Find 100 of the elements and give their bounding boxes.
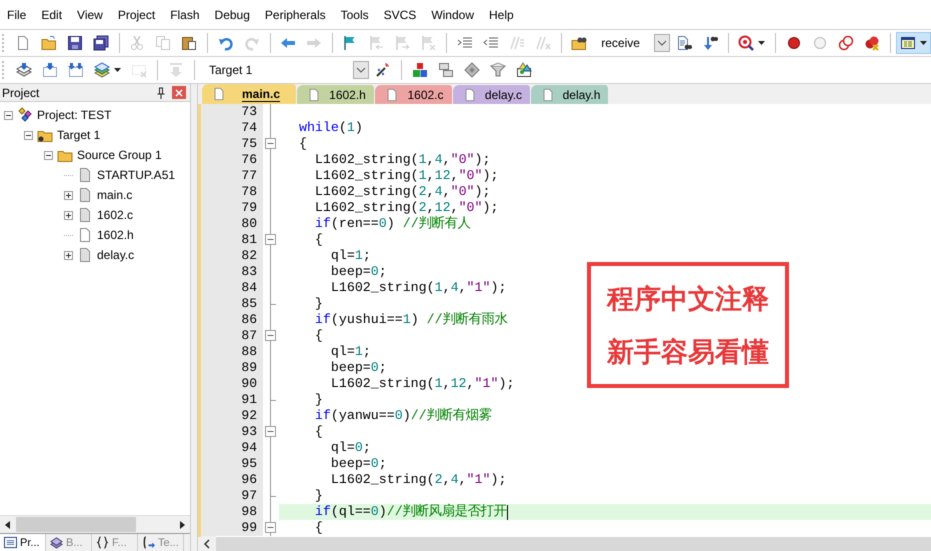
- flag-left-arrow-icon: [368, 35, 384, 51]
- code-line: L1602_string(2,4,"0");: [314, 184, 491, 200]
- line-number: 79: [201, 200, 263, 216]
- download-icon: [168, 62, 184, 78]
- menu-item[interactable]: Flash: [163, 8, 208, 22]
- code-line: L1602_string(1,12,"1");: [330, 376, 514, 392]
- code-line: L1602_string(2,4,"1");: [330, 472, 506, 488]
- floppy-disks-icon: [92, 35, 109, 51]
- arrow-binoculars-icon: [702, 35, 718, 51]
- line-number: 86: [201, 312, 263, 328]
- line-number: 81: [201, 232, 263, 248]
- line-number: 99: [201, 520, 263, 536]
- tree-item[interactable]: main.c: [97, 188, 132, 202]
- menu-item[interactable]: Window: [424, 8, 482, 22]
- menu-item[interactable]: Debug: [208, 8, 258, 22]
- annotation-text: 新手容易看懂: [607, 336, 769, 370]
- fold-toggle[interactable]: [265, 426, 276, 437]
- envelope-icon: [516, 62, 532, 78]
- tree-item[interactable]: 1602.c: [97, 208, 134, 222]
- document-icon: [307, 88, 321, 102]
- expand-toggle[interactable]: [64, 210, 73, 220]
- code-line: L1602_string(1,12,"0");: [314, 168, 498, 184]
- flag-right-arrow-icon: [394, 35, 410, 51]
- file-tab[interactable]: 1602.c: [375, 85, 452, 104]
- funnel-icon: [490, 62, 506, 78]
- folder-icon: [40, 35, 57, 51]
- file-tab[interactable]: 1602.h: [297, 85, 374, 104]
- caret-icon: [758, 41, 766, 45]
- double-circle-icon: [838, 35, 854, 51]
- menu-item[interactable]: Edit: [34, 8, 70, 22]
- breakpoint-cross-icon: [864, 35, 880, 51]
- fold-toggle[interactable]: [265, 330, 276, 341]
- file-tab[interactable]: delay.c: [453, 85, 530, 104]
- menu-item[interactable]: File: [0, 8, 34, 22]
- toolbar-button[interactable]: [896, 32, 931, 54]
- code-line: ql=1;: [330, 248, 371, 264]
- code-line: L1602_string(2,12,"0");: [314, 200, 498, 216]
- blocks-icon: [412, 62, 428, 78]
- folder-binoculars-icon: [571, 35, 588, 51]
- close-button[interactable]: [172, 86, 186, 99]
- menu-item[interactable]: Project: [110, 8, 164, 22]
- fold-toggle[interactable]: [265, 522, 276, 533]
- chevron-down-icon: [353, 61, 369, 79]
- code-line: }: [314, 296, 323, 312]
- menu-item[interactable]: Help: [482, 8, 522, 22]
- tree-item[interactable]: delay.c: [97, 248, 134, 262]
- circle-outline-icon: [812, 35, 828, 51]
- pin-icon[interactable]: [156, 86, 166, 98]
- line-number: 95: [201, 456, 263, 472]
- collapse-toggle[interactable]: [24, 130, 33, 140]
- code-line: {: [314, 328, 323, 344]
- code-line: {: [298, 136, 307, 152]
- menu-item[interactable]: Tools: [334, 8, 377, 22]
- caret-icon: [920, 41, 928, 45]
- project-window-icon: [4, 536, 17, 549]
- close-icon: [175, 88, 183, 96]
- document-icon: [77, 207, 93, 223]
- braces-icon: [96, 536, 109, 549]
- comment-icon: [508, 35, 525, 51]
- target-select[interactable]: Target 1: [205, 60, 369, 80]
- collapse-toggle[interactable]: [4, 110, 13, 120]
- tree-item[interactable]: Source Group 1: [77, 148, 162, 162]
- find-combo-box[interactable]: receive: [597, 33, 670, 53]
- line-number: 91: [201, 392, 263, 408]
- left-arrow-icon: [280, 35, 296, 51]
- collapse-toggle[interactable]: [44, 150, 53, 160]
- code-line: if(ql==0)//判断风扇是否打开: [314, 504, 507, 520]
- fold-toggle[interactable]: [265, 234, 276, 245]
- scroll-left-icon[interactable]: [198, 536, 216, 551]
- line-number: 82: [201, 248, 263, 264]
- menu-item[interactable]: SVCS: [376, 8, 424, 22]
- line-number: 77: [201, 168, 263, 184]
- scrollbar-thumb[interactable]: [16, 517, 136, 532]
- panel-tab[interactable]: Pr...: [0, 534, 46, 551]
- tree-item[interactable]: Project: TEST: [37, 108, 112, 122]
- expand-toggle[interactable]: [64, 250, 73, 260]
- layers-icon: [94, 62, 110, 78]
- undo-icon: [218, 35, 234, 51]
- code-line: L1602_string(1,4,"1");: [330, 280, 506, 296]
- tree-item[interactable]: 1602.h: [97, 228, 134, 242]
- project-icon: [17, 107, 33, 123]
- books-icon: [50, 536, 63, 549]
- code-line: while(1): [298, 120, 363, 136]
- expand-toggle[interactable]: [64, 190, 73, 200]
- file-tab[interactable]: main.c: [202, 84, 296, 104]
- line-number: 76: [201, 152, 263, 168]
- horizontal-scrollbar[interactable]: [198, 537, 931, 551]
- tree-item[interactable]: Target 1: [57, 128, 100, 142]
- tree-item[interactable]: STARTUP.A51: [97, 168, 176, 182]
- diamond-icon: [464, 62, 480, 78]
- menu-item[interactable]: Peripherals: [258, 8, 334, 22]
- fold-toggle[interactable]: [265, 138, 276, 149]
- code-line: {: [314, 232, 323, 248]
- file-tab[interactable]: delay.h: [531, 85, 608, 104]
- line-number: 75: [201, 136, 263, 152]
- code-line: beep=0;: [330, 360, 387, 376]
- menu-item[interactable]: View: [70, 8, 111, 22]
- horizontal-scrollbar[interactable]: [0, 515, 190, 533]
- line-number: 73: [201, 104, 263, 120]
- line-number: 97: [201, 488, 263, 504]
